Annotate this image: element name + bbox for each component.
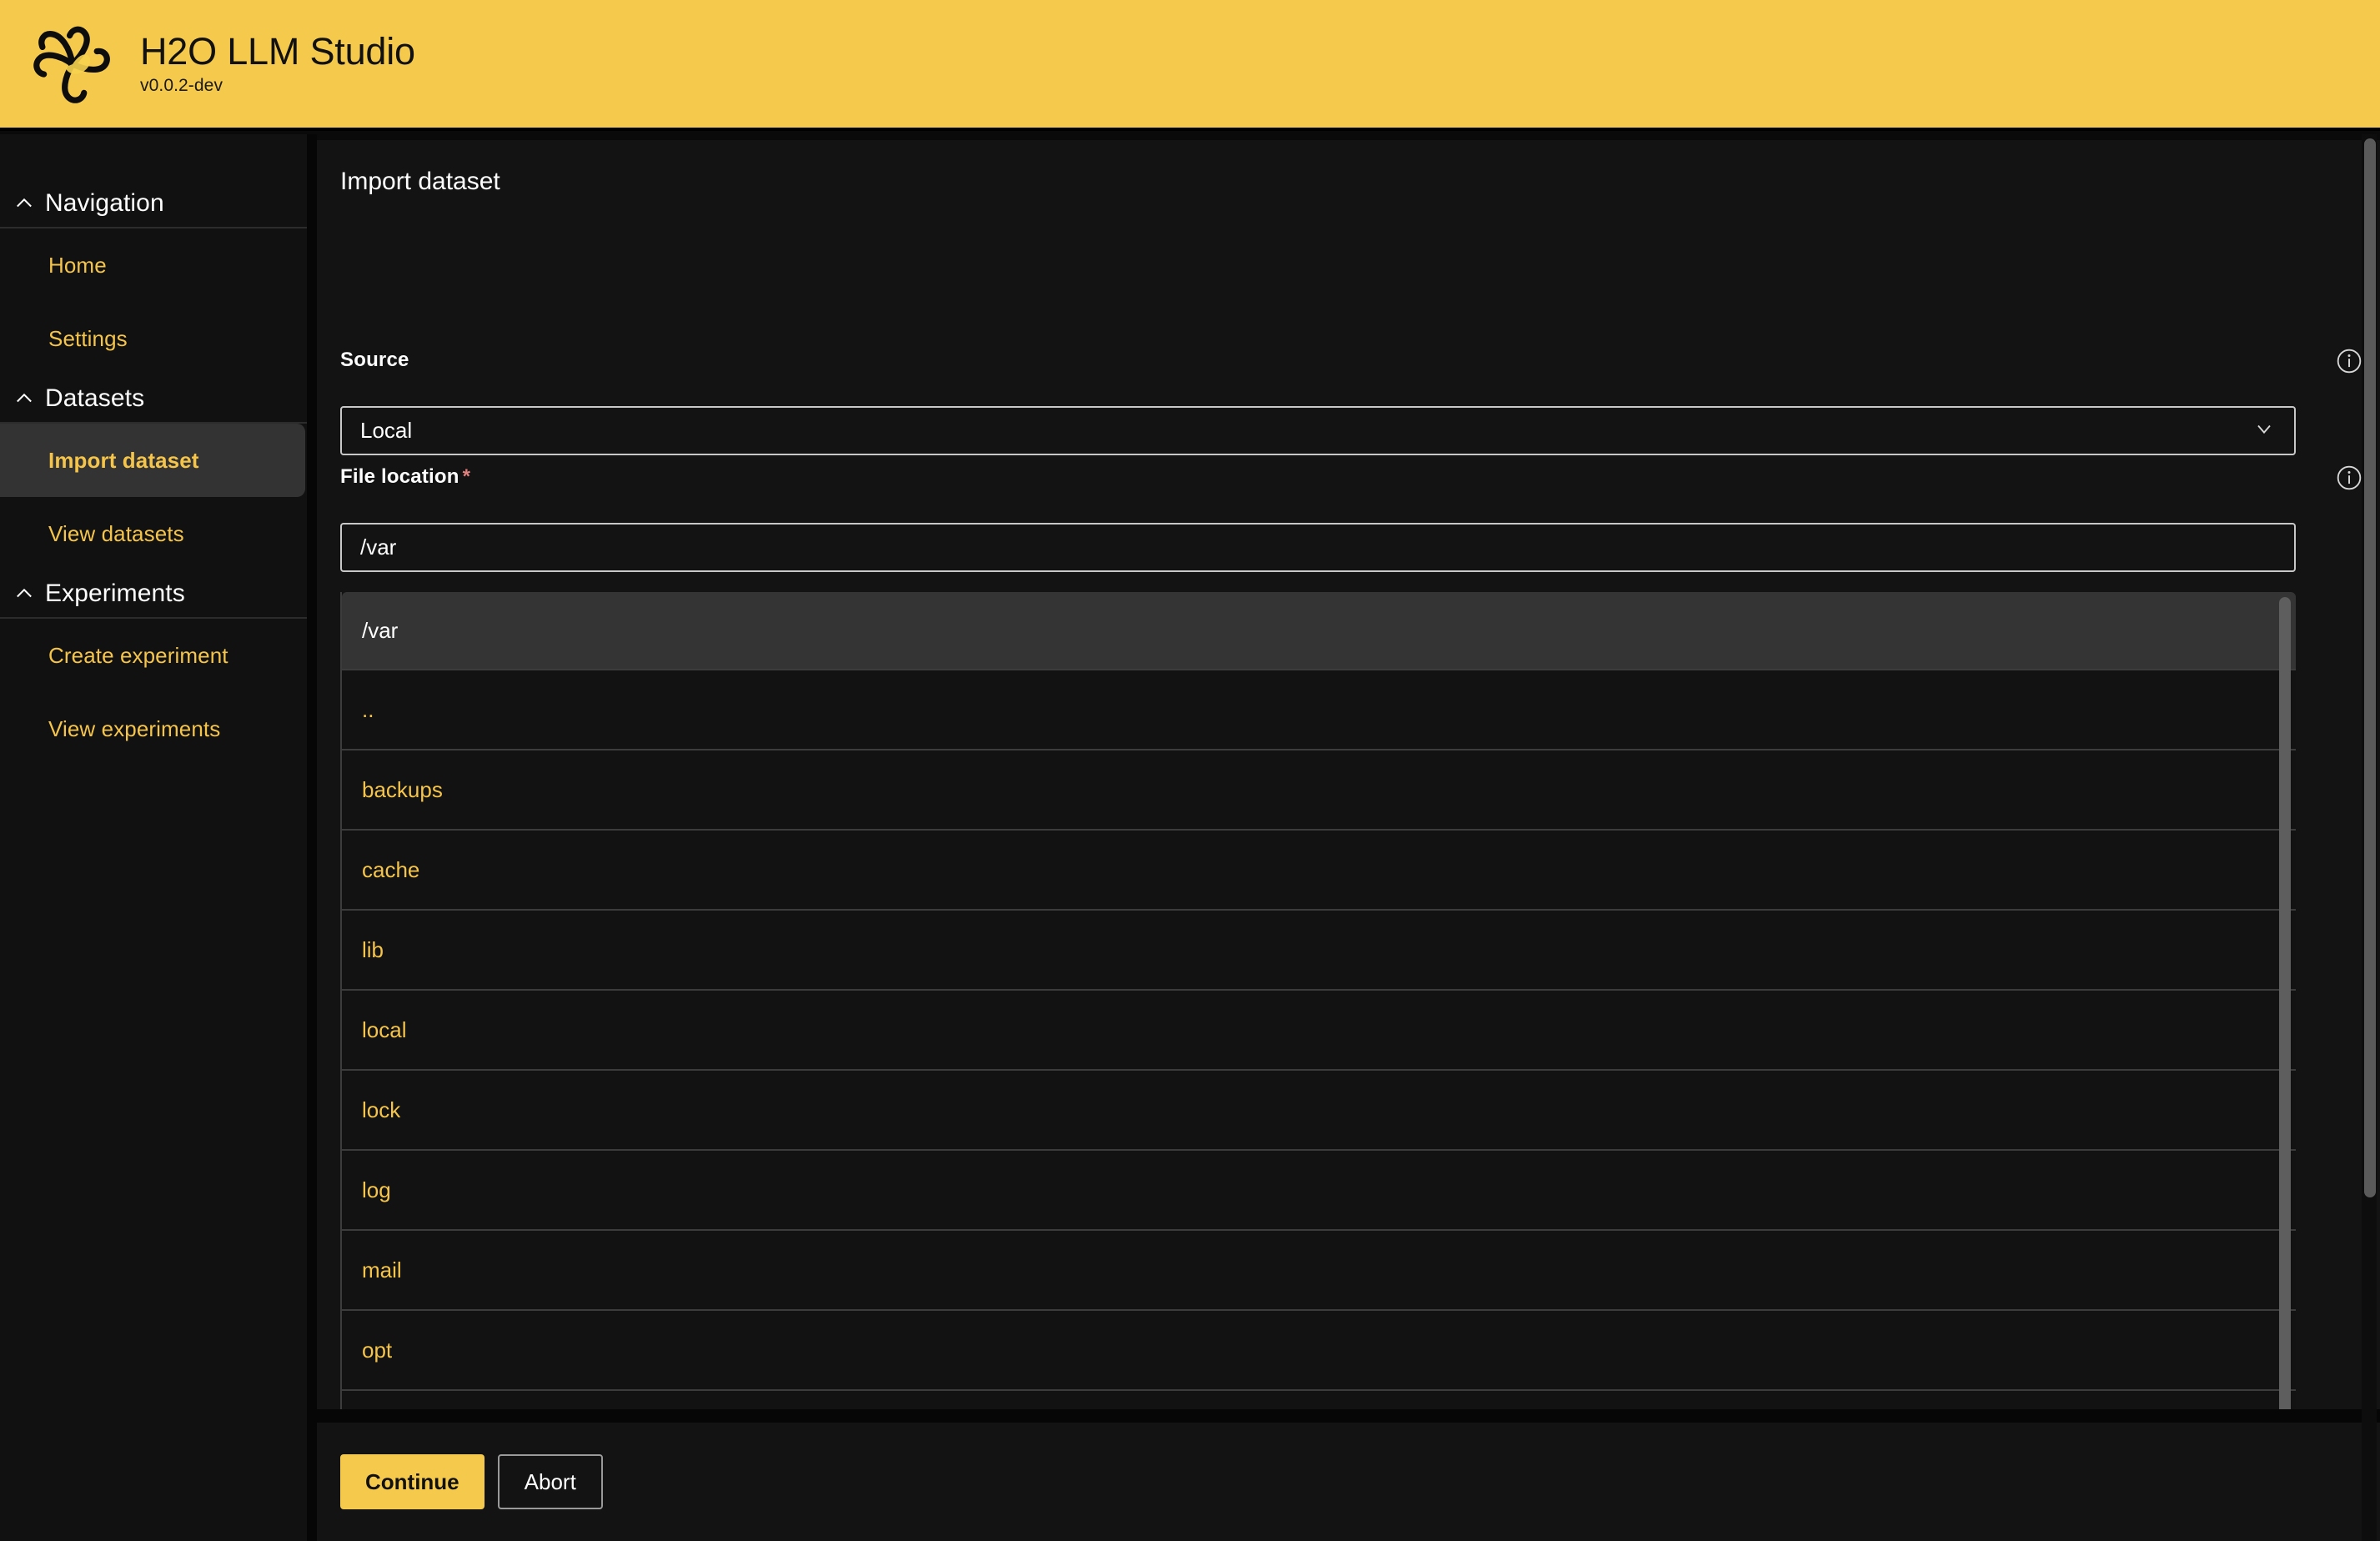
abort-button[interactable]: Abort	[498, 1454, 603, 1509]
file-browser-current-path: /var	[342, 592, 2296, 669]
file-browser-row[interactable]: log	[342, 1149, 2296, 1229]
chevron-up-icon	[12, 581, 37, 606]
sidebar-section-experiments[interactable]: Experiments	[0, 570, 307, 619]
sidebar-section-label: Navigation	[45, 189, 164, 218]
continue-button[interactable]: Continue	[340, 1454, 485, 1509]
sidebar-section-label: Experiments	[45, 580, 185, 608]
file-location-label: File location*	[340, 465, 470, 489]
file-location-label-text: File location	[340, 465, 459, 488]
source-select-value: Local	[360, 418, 2252, 444]
footer-action-bar: Continue Abort	[317, 1423, 2380, 1541]
file-browser-row[interactable]: ..	[342, 669, 2296, 749]
file-browser-row[interactable]: mail	[342, 1229, 2296, 1309]
sidebar-item-label: View datasets	[48, 521, 184, 547]
chevron-up-icon	[12, 386, 37, 411]
main-content-panel: Import dataset Source Local File locatio…	[317, 140, 2380, 1409]
required-marker: *	[463, 465, 471, 488]
page-title: Import dataset	[340, 168, 500, 196]
chevron-up-icon	[12, 191, 37, 216]
sidebar-section-navigation[interactable]: Navigation	[0, 180, 307, 228]
sidebar-section-datasets[interactable]: Datasets	[0, 375, 307, 424]
file-location-input-value: /var	[360, 535, 396, 560]
sidebar-item-label: Settings	[48, 326, 128, 352]
sidebar-item-label: Create experiment	[48, 643, 228, 669]
h2o-pinwheel-logo-icon	[23, 18, 122, 110]
sidebar-item-home[interactable]: Home	[0, 228, 307, 302]
sidebar-item-label: View experiments	[48, 716, 220, 742]
file-browser-row[interactable]: backups	[342, 749, 2296, 829]
file-browser-row[interactable]: local	[342, 989, 2296, 1069]
app-title: H2O LLM Studio	[140, 32, 415, 71]
sidebar-section-label: Datasets	[45, 384, 144, 413]
sidebar: Navigation Home Settings Datasets Import…	[0, 134, 307, 1541]
file-browser-row[interactable]: opt	[342, 1309, 2296, 1389]
sidebar-item-view-datasets[interactable]: View datasets	[0, 497, 307, 570]
sidebar-content-gutter	[307, 134, 317, 1541]
file-browser-row[interactable]: run	[342, 1389, 2296, 1409]
sidebar-item-label: Import dataset	[48, 448, 199, 474]
info-icon[interactable]	[2335, 464, 2363, 492]
app-header: H2O LLM Studio v0.0.2-dev	[0, 0, 2380, 131]
file-browser-row[interactable]: cache	[342, 829, 2296, 909]
file-list-scroll-thumb[interactable]	[2279, 597, 2291, 1409]
sidebar-item-settings[interactable]: Settings	[0, 302, 307, 375]
sidebar-item-import-dataset[interactable]: Import dataset	[0, 424, 305, 497]
content-footer-divider	[317, 1409, 2380, 1423]
file-location-input[interactable]: /var	[340, 523, 2296, 572]
sidebar-item-create-experiment[interactable]: Create experiment	[0, 619, 307, 692]
app-version: v0.0.2-dev	[140, 76, 415, 96]
info-icon[interactable]	[2335, 347, 2363, 375]
file-browser-row[interactable]: lib	[342, 909, 2296, 989]
file-browser-row[interactable]: lock	[342, 1069, 2296, 1149]
file-browser-list: /var .. backups cache lib local lock log…	[340, 592, 2296, 1409]
sidebar-item-label: Home	[48, 253, 107, 279]
source-select[interactable]: Local	[340, 406, 2296, 455]
source-label: Source	[340, 349, 409, 372]
page-scrollbar-thumb[interactable]	[2364, 138, 2376, 1197]
file-list-scrollbar[interactable]	[2279, 597, 2291, 1409]
chevron-down-icon[interactable]	[2252, 417, 2276, 444]
sidebar-item-view-experiments[interactable]: View experiments	[0, 692, 307, 765]
